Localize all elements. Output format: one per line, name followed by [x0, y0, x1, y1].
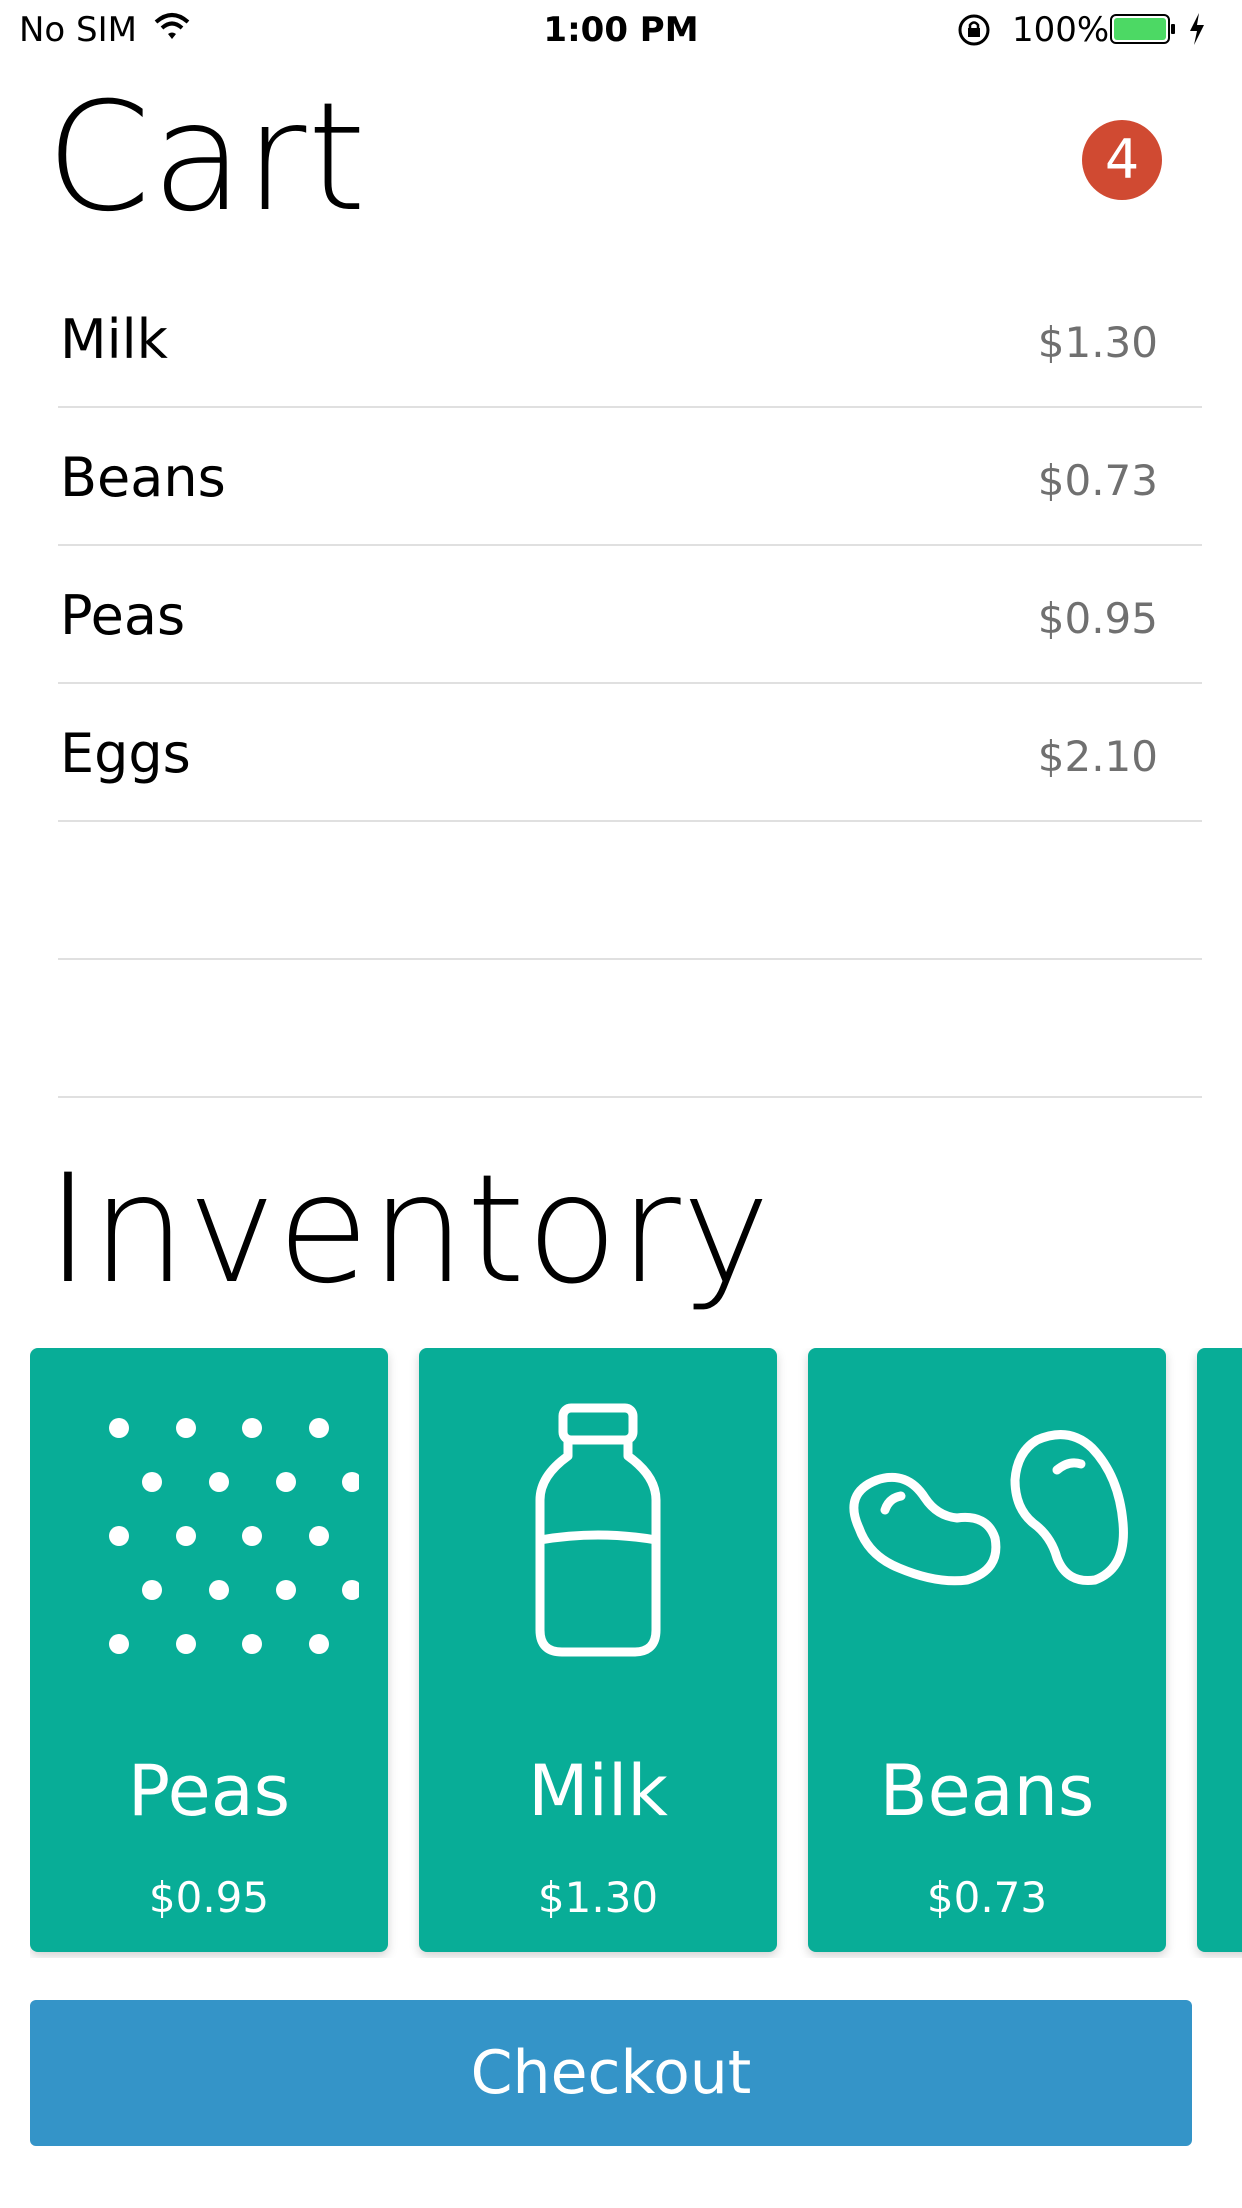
- charging-icon: [1190, 13, 1204, 45]
- cart-row[interactable]: Milk $1.30: [58, 270, 1202, 408]
- inventory-item-name: Beans: [879, 1750, 1095, 1832]
- cart-item-name: Milk: [60, 308, 168, 371]
- cart-row-empty: [58, 822, 1202, 960]
- cart-row[interactable]: Eggs $2.10: [58, 684, 1202, 822]
- cart-item-price: $2.10: [1037, 732, 1158, 781]
- inventory-card-milk[interactable]: Milk $1.30: [419, 1348, 777, 1952]
- inventory-item-name: Peas: [127, 1750, 291, 1832]
- inventory-card-beans[interactable]: Beans $0.73: [808, 1348, 1166, 1952]
- cart-item-name: Eggs: [60, 722, 191, 785]
- milk-bottle-icon: [535, 1403, 661, 1657]
- inventory-item-name: Milk: [528, 1750, 668, 1832]
- status-bar: No SIM 1:00 PM 100%: [0, 0, 1242, 60]
- inventory-item-price: $0.73: [926, 1873, 1048, 1922]
- cart-row[interactable]: Peas $0.95: [58, 546, 1202, 684]
- cart-title: Cart: [46, 71, 368, 245]
- cart-count-badge: 4: [1082, 120, 1162, 200]
- cart-item-price: $0.73: [1037, 456, 1158, 505]
- rotation-lock-icon: [958, 14, 990, 46]
- inventory-card-partial[interactable]: [1197, 1348, 1242, 1952]
- cart-list: Milk $1.30 Beans $0.73 Peas $0.95 Eggs $…: [58, 270, 1202, 1098]
- cart-item-price: $0.95: [1037, 594, 1158, 643]
- cart-row[interactable]: Beans $0.73: [58, 408, 1202, 546]
- inventory-item-price: $1.30: [537, 1873, 659, 1922]
- inventory-title: Inventory: [46, 1143, 772, 1317]
- cart-row-empty: [58, 960, 1202, 1098]
- inventory-card-peas[interactable]: Peas $0.95: [30, 1348, 388, 1952]
- checkout-button[interactable]: Checkout: [30, 2000, 1192, 2146]
- cart-item-name: Peas: [60, 584, 186, 647]
- battery-percentage: 100%: [1012, 10, 1110, 50]
- beans-icon: [849, 1430, 1128, 1586]
- cart-item-price: $1.30: [1037, 318, 1158, 367]
- inventory-carousel[interactable]: Peas $0.95 Milk $1.30 Beans $0.73: [30, 1348, 1242, 1958]
- peas-icon: [109, 1418, 359, 1654]
- battery-icon: [1110, 14, 1175, 44]
- cart-item-name: Beans: [60, 446, 226, 509]
- inventory-item-price: $0.95: [148, 1873, 270, 1922]
